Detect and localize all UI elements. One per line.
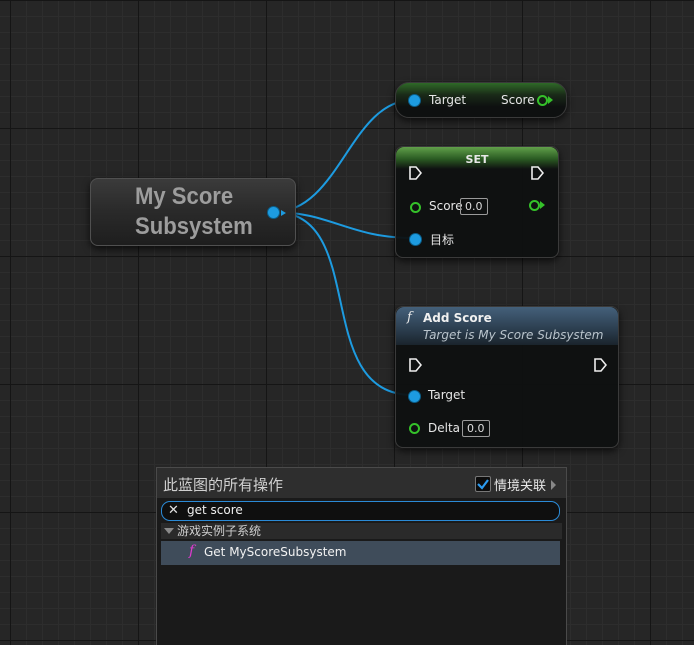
subsystem-title-line2: Subsystem — [135, 213, 253, 240]
add-delta-value-field[interactable]: 0.0 — [462, 420, 490, 437]
search-input[interactable] — [187, 503, 527, 517]
set-score-output-pin[interactable] — [529, 200, 540, 211]
add-target-label: Target — [428, 388, 466, 402]
function-icon: f — [189, 543, 195, 559]
get-score-node[interactable]: Target Score — [395, 82, 567, 118]
set-score-input-pin[interactable] — [410, 202, 421, 213]
menu-item-get-myscoresubsystem[interactable]: f Get MyScoreSubsystem — [161, 541, 560, 565]
get-target-label: Target — [429, 93, 467, 107]
action-menu-title: 此蓝图的所有操作 — [163, 476, 284, 494]
category-label: 游戏实例子系统 — [177, 524, 262, 538]
add-node-title: Add Score — [423, 311, 492, 325]
add-delta-pin[interactable] — [409, 423, 420, 434]
get-score-output-pin[interactable] — [537, 95, 548, 106]
set-score-value-field[interactable]: 0.0 — [460, 198, 488, 215]
menu-item-label: Get MyScoreSubsystem — [204, 545, 347, 559]
set-target-pin[interactable] — [410, 234, 421, 245]
subsystem-title-line1: My Score — [135, 183, 234, 210]
get-target-pin[interactable] — [409, 95, 420, 106]
checkmark-icon — [477, 479, 489, 490]
expand-triangle-icon[interactable] — [164, 528, 174, 534]
clear-search-icon[interactable]: ✕ — [168, 502, 179, 520]
output-arrow-icon — [281, 210, 286, 216]
add-score-node[interactable]: f Add Score Target is My Score Subsystem… — [395, 306, 619, 448]
function-icon: f — [407, 310, 412, 325]
context-sensitive-label[interactable]: 情境关联 — [494, 475, 546, 494]
output-arrow-icon — [540, 201, 545, 209]
get-score-label: Score — [501, 93, 535, 107]
action-menu: 此蓝图的所有操作 情境关联 ✕ 游戏实例子系统 f Get MyScoreSub… — [156, 467, 567, 645]
search-box[interactable]: ✕ — [161, 501, 560, 521]
exec-in-icon[interactable] — [408, 166, 422, 180]
subsystem-output-pin[interactable] — [268, 207, 279, 218]
set-score-label: Score — [429, 199, 463, 213]
add-node-subtitle: Target is My Score Subsystem — [423, 328, 604, 342]
add-target-pin[interactable] — [409, 391, 420, 402]
exec-out-icon[interactable] — [530, 166, 544, 180]
set-node-title: SET — [465, 153, 489, 166]
my-score-subsystem-node[interactable]: My Score Subsystem — [90, 178, 296, 246]
context-sensitive-checkbox[interactable] — [475, 476, 491, 492]
output-arrow-icon — [548, 96, 553, 104]
add-delta-label: Delta — [428, 421, 461, 435]
exec-in-icon[interactable] — [408, 358, 422, 372]
exec-out-icon[interactable] — [593, 358, 607, 372]
set-target-label: 目标 — [430, 233, 455, 247]
set-score-node[interactable]: SET Score 0.0 目标 — [395, 146, 559, 258]
category-header[interactable]: 游戏实例子系统 — [161, 523, 562, 539]
chevron-right-icon[interactable] — [551, 480, 556, 490]
